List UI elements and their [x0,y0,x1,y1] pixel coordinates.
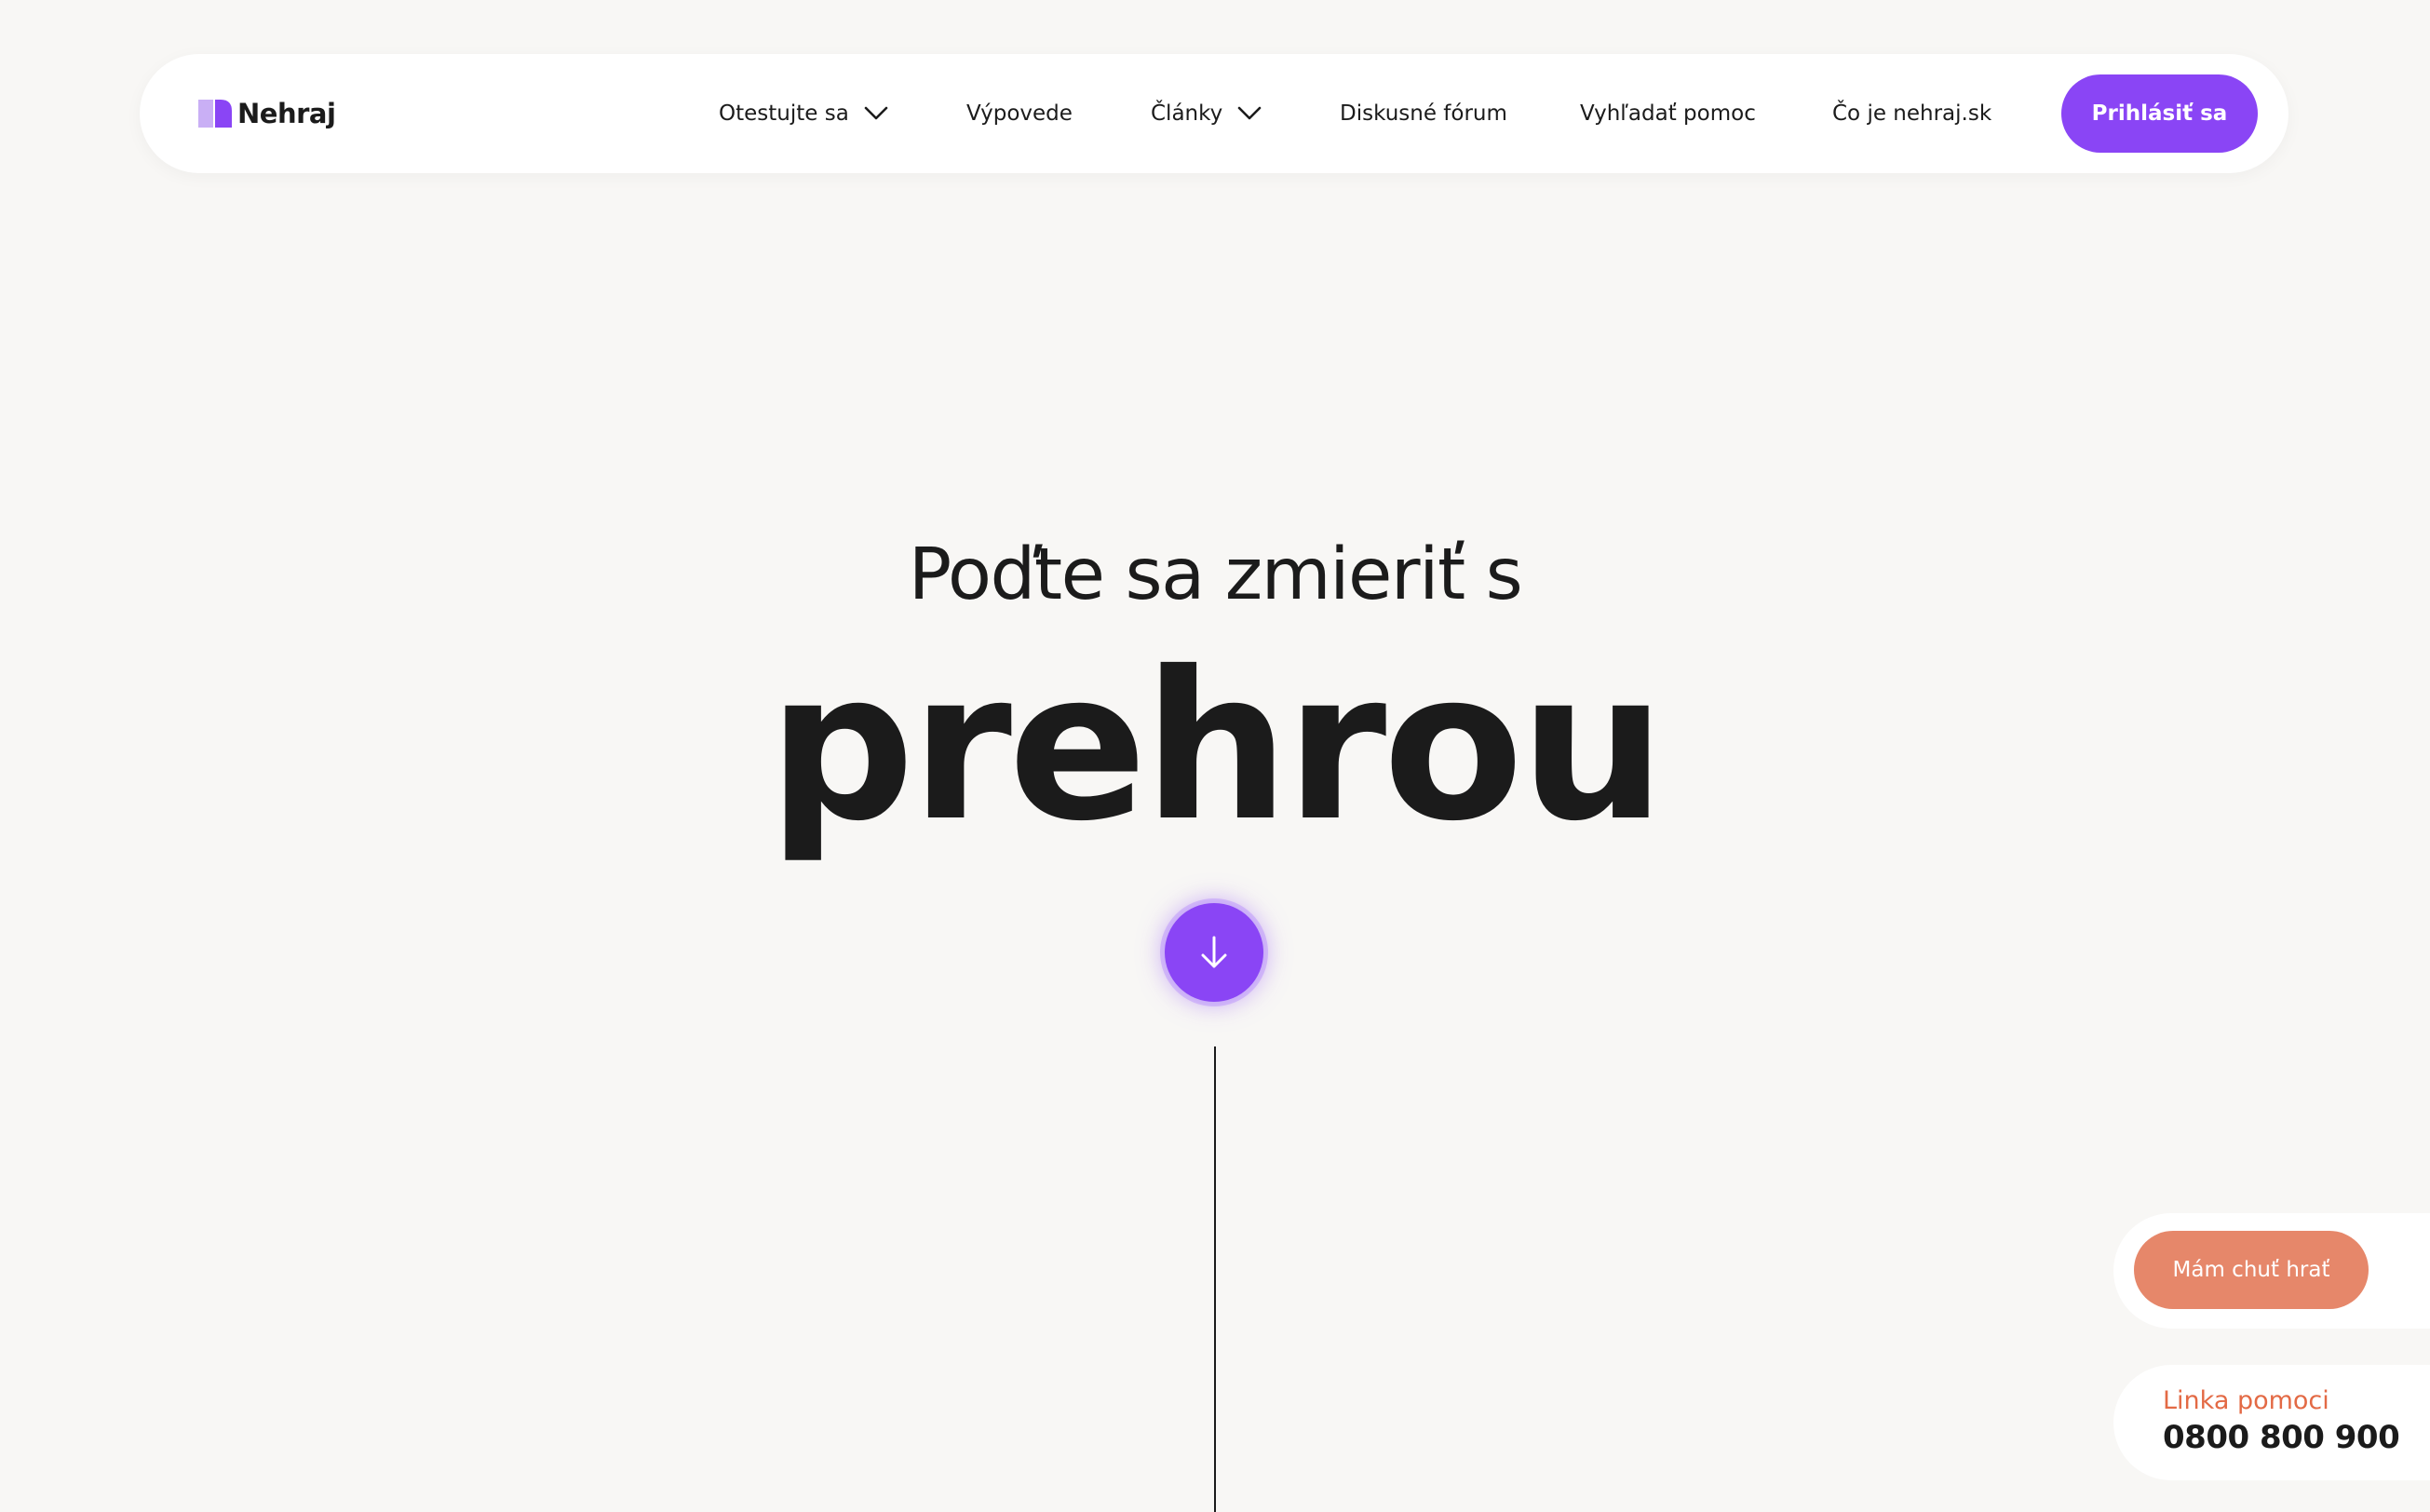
login-button[interactable]: Prihlásiť sa [2061,74,2258,153]
arrow-down-icon [1201,936,1227,968]
chevron-down-icon [864,106,888,120]
navbar: Nehraj Otestujte sa Výpovede Články Disk… [140,54,2288,173]
logo-text: Nehraj [237,98,336,129]
hero-title: prehrou [767,628,1666,866]
logo[interactable]: Nehraj [198,54,336,173]
nav-item-label: Vyhľadať pomoc [1580,101,1756,126]
nav-item-label: Diskusné fórum [1340,101,1507,126]
nav-item-co-je-nehraj[interactable]: Čo je nehraj.sk [1832,54,1991,173]
chevron-down-icon [1237,106,1262,120]
play-widget: Mám chuť hrať [2113,1213,2430,1329]
nav-item-label: Výpovede [966,101,1073,126]
nehraj-logo-icon [198,100,232,128]
nav-item-otestujte-sa[interactable]: Otestujte sa [719,54,888,173]
nav-item-label: Čo je nehraj.sk [1832,101,1992,126]
nav-item-clanky[interactable]: Články [1151,54,1262,173]
nav-item-vypovede[interactable]: Výpovede [966,54,1073,173]
helpline-widget[interactable]: Linka pomoci 0800 800 900 [2113,1365,2430,1480]
helpline-label: Linka pomoci [2163,1386,2329,1415]
nav-item-label: Otestujte sa [719,101,849,126]
scroll-down-button[interactable] [1165,903,1263,1002]
divider-line [1214,1046,1216,1512]
nav-item-label: Články [1151,101,1223,126]
want-to-play-button[interactable]: Mám chuť hrať [2134,1231,2369,1309]
nav-item-diskusne-forum[interactable]: Diskusné fórum [1340,54,1507,173]
nav-item-vyhladat-pomoc[interactable]: Vyhľadať pomoc [1580,54,1756,173]
hero-subtitle: Poďte sa zmieriť s [908,533,1523,616]
helpline-number[interactable]: 0800 800 900 [2163,1419,2400,1456]
